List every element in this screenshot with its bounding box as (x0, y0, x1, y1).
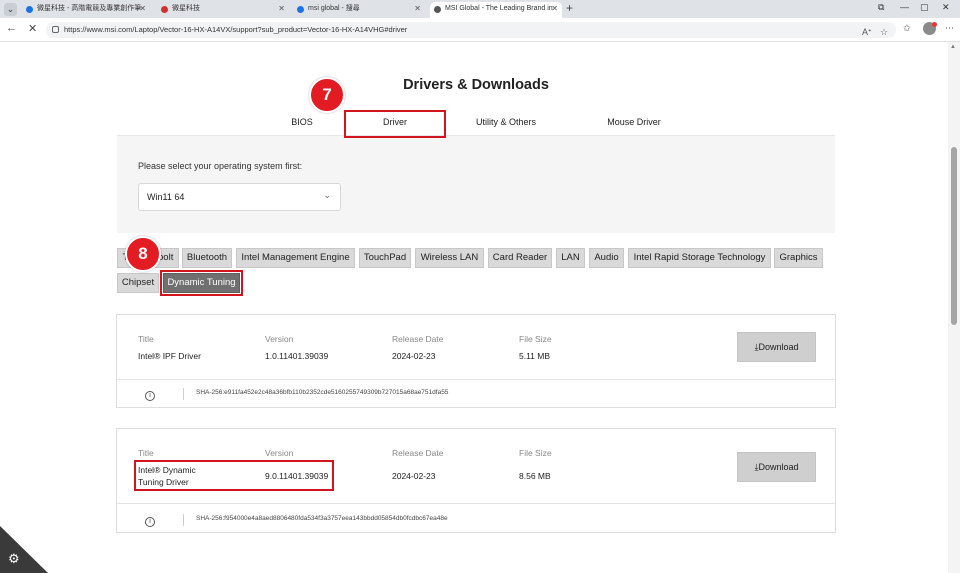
category-intel-management-engine[interactable]: Intel Management Engine (236, 248, 355, 268)
tab-title: 微星科技 - 高階電競及專業創作筆 (37, 5, 142, 12)
tab-close-icon[interactable]: ✕ (414, 2, 421, 16)
step-badge-7: 7 (309, 77, 345, 113)
page-title: Drivers & Downloads (403, 77, 549, 93)
column-header-version: Version (265, 334, 294, 344)
tab-title: MSI Global - The Leading Brand in (445, 5, 553, 12)
stop-loading-icon[interactable]: ✕ (28, 22, 37, 35)
column-header-release-date: Release Date (392, 334, 444, 344)
category-card-reader[interactable]: Card Reader (488, 248, 552, 268)
read-aloud-icon[interactable]: Aᐩ (862, 27, 872, 38)
driver-title: Intel® IPF Driver (138, 351, 201, 361)
tab-close-icon[interactable]: ✕ (551, 2, 558, 16)
column-header-file-size: File Size (519, 334, 552, 344)
chevron-down-icon: ⌄ (323, 190, 331, 200)
tab-bios[interactable]: BIOS (284, 117, 320, 127)
os-dropdown[interactable]: Win11 64 ⌄ (138, 183, 341, 211)
highlight-dynamic-tuning-driver (134, 460, 334, 491)
browser-tab[interactable]: 微星科技 - 高階電競及專業創作筆 ✕ (22, 2, 150, 18)
browser-tab-strip: ⌄ 微星科技 - 高階電競及專業創作筆 ✕ 微星科技 ✕ msi global … (0, 0, 960, 18)
category-touchpad[interactable]: TouchPad (359, 248, 411, 268)
category-wireless-lan[interactable]: Wireless LAN (415, 248, 484, 268)
new-tab-button[interactable]: + (566, 1, 573, 15)
minimize-icon[interactable]: — (900, 2, 909, 12)
favicon-icon (434, 6, 441, 13)
category-chipset[interactable]: Chipset (117, 273, 159, 293)
url-text: https://www.msi.com/Laptop/Vector-16-HX-… (64, 25, 408, 34)
driver-release-date: 2024-02-23 (392, 351, 436, 361)
category-bluetooth[interactable]: Bluetooth (182, 248, 232, 268)
favorites-icon[interactable]: ✩ (903, 23, 911, 34)
browser-tab[interactable]: msi global - 搜尋 ✕ (293, 2, 425, 18)
category-lan[interactable]: LAN (556, 248, 585, 268)
favicon-icon (297, 6, 304, 13)
card-divider (117, 379, 835, 380)
driver-file-size: 8.56 MB (519, 471, 551, 481)
gear-icon[interactable]: ⚙ (8, 551, 20, 567)
highlight-driver-tab (344, 110, 446, 138)
info-icon[interactable]: i (145, 517, 155, 527)
tab-actions-menu-icon[interactable]: ⌄ (4, 3, 17, 16)
category-audio[interactable]: Audio (589, 248, 624, 268)
scrollbar-thumb[interactable] (951, 147, 957, 325)
highlight-dynamic-tuning (160, 270, 243, 296)
download-button[interactable]: ⤓Download (737, 332, 816, 362)
os-label: Please select your operating system firs… (138, 161, 303, 171)
lock-icon (52, 26, 59, 33)
tab-title: msi global - 搜尋 (308, 5, 360, 12)
driver-release-date: 2024-02-23 (392, 471, 436, 481)
browser-tab-active[interactable]: MSI Global - The Leading Brand in ✕ (430, 2, 562, 18)
tab-title: 微星科技 (172, 5, 200, 12)
driver-file-size: 5.11 MB (519, 351, 551, 361)
category-intel-rapid-storage-technology[interactable]: Intel Rapid Storage Technology (628, 248, 771, 268)
column-header-release-date: Release Date (392, 448, 444, 458)
restore-tab-icon[interactable]: ⧉ (878, 2, 884, 13)
sha-checksum: SHA-256:f954000e4a8aed8806480fda534f3a37… (196, 515, 448, 522)
tab-close-icon[interactable]: ✕ (278, 2, 285, 16)
close-window-icon[interactable]: ✕ (942, 2, 950, 13)
url-field[interactable]: https://www.msi.com/Laptop/Vector-16-HX-… (46, 22, 896, 38)
address-bar-row: ← ✕ https://www.msi.com/Laptop/Vector-16… (0, 18, 960, 42)
download-button[interactable]: ⤓Download (737, 452, 816, 482)
info-icon[interactable]: i (145, 391, 155, 401)
driver-version: 1.0.11401.39039 (265, 351, 329, 361)
notification-dot-icon (932, 22, 937, 27)
back-arrow-icon[interactable]: ← (6, 22, 17, 34)
tab-utility-others[interactable]: Utility & Others (466, 117, 546, 127)
favicon-icon (26, 6, 33, 13)
column-header-version: Version (265, 448, 294, 458)
favicon-icon (161, 6, 168, 13)
column-header-title: Title (138, 448, 154, 458)
os-selected-value: Win11 64 (147, 192, 185, 202)
category-graphics[interactable]: Graphics (774, 248, 823, 268)
favorite-star-icon[interactable]: ☆ (880, 27, 888, 38)
sha-checksum: SHA-256:e911fa452e2c48a36bfb110b2352cde5… (196, 389, 449, 396)
column-header-file-size: File Size (519, 448, 552, 458)
card-divider (117, 503, 835, 504)
sha-divider (183, 388, 184, 400)
more-menu-icon[interactable]: ⋯ (945, 23, 954, 34)
tab-close-icon[interactable]: ✕ (139, 2, 146, 16)
tab-mouse-driver[interactable]: Mouse Driver (596, 117, 672, 127)
column-header-title: Title (138, 334, 154, 344)
maximize-icon[interactable]: ▢ (920, 2, 929, 13)
browser-tab[interactable]: 微星科技 ✕ (157, 2, 289, 18)
scroll-up-arrow-icon[interactable]: ▲ (950, 44, 956, 50)
sha-divider (183, 514, 184, 526)
step-badge-8: 8 (125, 236, 161, 272)
